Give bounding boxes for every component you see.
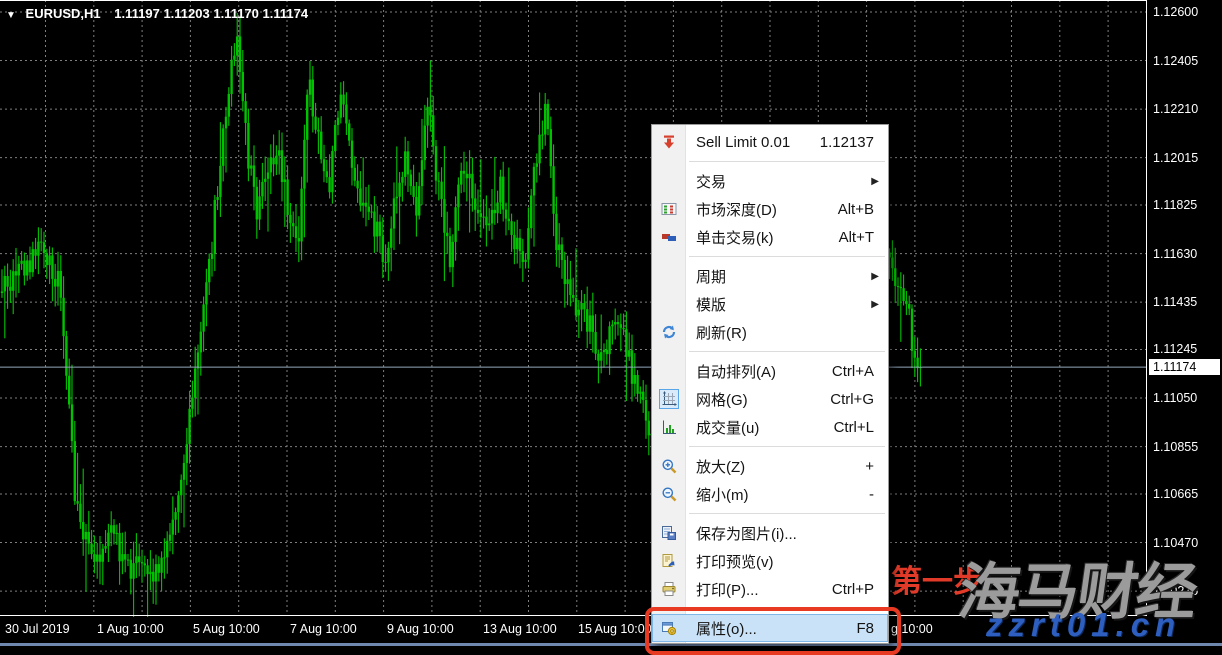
time-axis-label: g 10:00 [891,622,933,636]
menu-item-zoom-in[interactable]: 放大(Z) + [652,452,888,480]
submenu-arrow-icon: ▶ [871,271,879,282]
one-click-trading-icon [652,229,685,245]
time-axis-label: 1 Aug 10:00 [97,622,164,636]
price-axis-label: 1.11825 [1153,198,1197,212]
volumes-icon [652,419,685,435]
zoom-in-icon [652,458,685,474]
menu-separator [652,441,888,452]
menu-item-shortcut: F8 [856,620,874,637]
menu-item-label: 自动排列(A) [696,361,776,382]
dropdown-marker-icon: ▼ [6,10,16,21]
menu-separator [652,603,888,614]
market-depth-icon [652,201,685,217]
menu-item-volumes[interactable]: 成交量(u) Ctrl+L [652,413,888,441]
menu-item-label: 保存为图片(i)... [696,523,797,544]
menu-item-label: 打印预览(v) [696,551,774,572]
menu-item-market-depth[interactable]: 市场深度(D) Alt+B [652,195,888,223]
menu-item-print-preview[interactable]: 打印预览(v) [652,547,888,575]
chart-context-menu: Sell Limit 0.01 1.12137 交易 ▶ 市场深度(D) Alt… [651,124,889,644]
grid-icon-active-box [659,389,679,409]
menu-item-shortcut: Alt+B [838,201,874,218]
menu-item-template[interactable]: 模版 ▶ [652,290,888,318]
refresh-icon [652,324,685,340]
menu-item-label: 放大(Z) [696,456,745,477]
menu-item-label: 成交量(u) [696,417,759,438]
price-axis-label: 1.11245 [1153,342,1197,356]
menu-item-period[interactable]: 周期 ▶ [652,262,888,290]
menu-separator [652,156,888,167]
menu-item-shortcut: Alt+T [839,229,874,246]
menu-item-print[interactable]: 打印(P)... Ctrl+P [652,575,888,603]
price-axis-label: 1.12600 [1153,5,1198,19]
menu-item-label: 单击交易(k) [696,227,774,248]
properties-icon [652,620,685,636]
menu-item-label: 周期 [696,266,726,287]
menu-item-trade[interactable]: 交易 ▶ [652,167,888,195]
time-axis-label: 7 Aug 10:00 [290,622,357,636]
watermark-url: zzrt01.cn [986,606,1181,644]
print-icon [652,581,685,597]
time-axis-label: 15 Aug 10:00 [578,622,652,636]
price-axis-label: 1.12015 [1153,151,1198,165]
menu-item-label: 模版 [696,294,726,315]
zoom-out-icon [652,486,685,502]
price-axis-label: 1.10855 [1153,440,1198,454]
menu-item-auto-arrange[interactable]: 自动排列(A) Ctrl+A [652,357,888,385]
menu-item-label: 网格(G) [696,389,748,410]
chart-symbol: EURUSD,H1 [26,6,101,21]
menu-item-label: Sell Limit 0.01 [696,134,790,151]
menu-item-grid[interactable]: 网格(G) Ctrl+G [652,385,888,413]
price-axis-label: 1.11050 [1153,391,1197,405]
menu-item-shortcut: Ctrl+P [832,581,874,598]
price-axis-label: 1.12405 [1153,54,1198,68]
price-axis-label: 1.10665 [1153,487,1198,501]
menu-separator [652,346,888,357]
menu-item-shortcut: Ctrl+L [834,419,874,436]
time-axis-label: 9 Aug 10:00 [387,622,454,636]
submenu-arrow-icon: ▶ [871,299,879,310]
price-axis-label: 1.11435 [1153,295,1197,309]
grid-icon [652,389,685,409]
time-axis-label: 30 Jul 2019 [5,622,70,636]
menu-item-zoom-out[interactable]: 缩小(m) - [652,480,888,508]
menu-separator [652,508,888,519]
save-picture-icon [652,525,685,541]
sell-limit-icon [652,134,685,150]
candlestick-chart[interactable] [0,0,1222,617]
chart-ohlc-values: 1.11197 1.11203 1.11170 1.11174 [114,6,308,21]
menu-item-shortcut: - [869,486,874,503]
menu-item-properties[interactable]: 属性(o)... F8 [652,614,888,642]
menu-item-label: 交易 [696,171,726,192]
current-price-tag: 1.11174 [1149,359,1220,375]
menu-item-shortcut: Ctrl+G [830,391,874,408]
menu-item-label: 属性(o)... [696,618,757,639]
menu-item-label: 缩小(m) [696,484,749,505]
menu-item-save-picture[interactable]: 保存为图片(i)... [652,519,888,547]
chart-title: ▼ EURUSD,H1 1.11197 1.11203 1.11170 1.11… [6,6,308,21]
price-axis-label: 1.12210 [1153,102,1198,116]
menu-item-shortcut: Ctrl+A [832,363,874,380]
time-axis-label: 5 Aug 10:00 [193,622,260,636]
price-axis: 1.12600 1.12405 1.12210 1.12015 1.11825 1.116… [1146,0,1222,617]
menu-item-price: 1.12137 [820,134,874,151]
time-axis-label: 13 Aug 10:00 [483,622,557,636]
submenu-arrow-icon: ▶ [871,176,879,187]
menu-item-label: 打印(P)... [696,579,759,600]
menu-item-label: 刷新(R) [696,322,747,343]
menu-separator [652,251,888,262]
menu-item-one-click-trading[interactable]: 单击交易(k) Alt+T [652,223,888,251]
print-preview-icon [652,553,685,569]
price-axis-label: 1.11630 [1153,247,1197,261]
menu-item-shortcut: + [865,458,874,475]
menu-item-label: 市场深度(D) [696,199,777,220]
menu-item-sell-limit[interactable]: Sell Limit 0.01 1.12137 [652,128,888,156]
menu-item-refresh[interactable]: 刷新(R) [652,318,888,346]
